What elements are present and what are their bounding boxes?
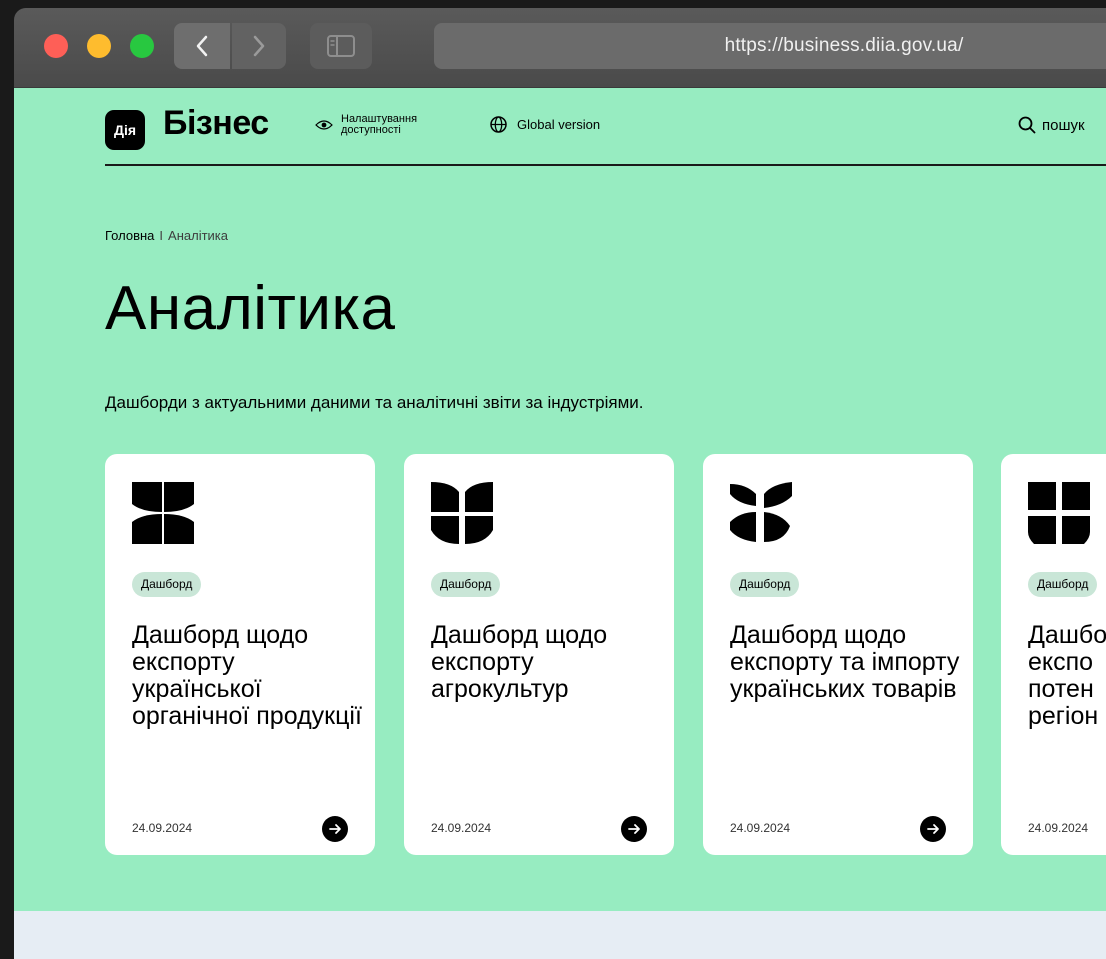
minimize-window-button[interactable]: [87, 34, 111, 58]
arrow-right-icon: [329, 824, 341, 834]
card-tag: Дашборд: [132, 572, 202, 597]
clover-icon: [132, 482, 194, 544]
site-header: Дія Бізнес Налаштування доступності Glob…: [105, 88, 1106, 166]
search-icon: [1018, 116, 1036, 134]
card-title[interactable]: Дашборд щодо експорту української органі…: [132, 622, 362, 730]
breadcrumb-current: Аналітика: [168, 228, 229, 243]
global-version-link[interactable]: Global version: [490, 116, 600, 133]
footer-section: [14, 911, 1106, 959]
page-title: Аналітика: [105, 274, 396, 343]
address-bar[interactable]: https://business.diia.gov.ua/: [434, 23, 1106, 69]
card-open-button[interactable]: [920, 816, 946, 842]
card-title[interactable]: Дашбо експо потен регіон: [1028, 622, 1106, 730]
card-title[interactable]: Дашборд щодо експорту та імпорту українс…: [730, 622, 960, 703]
url-text: https://business.diia.gov.ua/: [724, 35, 964, 56]
arrow-right-icon: [628, 824, 640, 834]
dashboard-card[interactable]: Дашборд Дашборд щодо експорту та імпорту…: [703, 454, 973, 855]
breadcrumb-separator: I: [159, 228, 164, 243]
chevron-left-icon: [196, 35, 208, 57]
forward-button[interactable]: [232, 23, 286, 69]
card-tag: Дашборд: [730, 572, 800, 597]
sidebar-icon: [327, 35, 355, 57]
accessibility-label: Налаштування доступності: [341, 113, 418, 136]
dashboard-card[interactable]: Дашборд Дашборд щодо експорту українсько…: [105, 454, 375, 855]
dashboard-card[interactable]: Дашборд Дашбо експо потен регіон 24.09.2…: [1001, 454, 1106, 855]
globe-icon: [490, 116, 507, 133]
search-label: пошук: [1042, 116, 1085, 134]
global-version-label: Global version: [517, 117, 601, 132]
arrow-right-icon: [927, 824, 939, 834]
diia-logo[interactable]: Дія: [105, 110, 145, 150]
eye-icon: [315, 120, 333, 130]
sprout-icon: [730, 482, 792, 542]
card-date: 24.09.2024: [730, 821, 791, 835]
card-tag: Дашборд: [431, 572, 501, 597]
card-date: 24.09.2024: [431, 821, 492, 835]
page-subtitle: Дашборди з актуальними даними та аналіти…: [105, 393, 644, 412]
sidebar-toggle-button[interactable]: [310, 23, 372, 69]
accessibility-settings-button[interactable]: Налаштування доступності: [315, 114, 441, 136]
search-button[interactable]: пошук: [1018, 116, 1085, 134]
back-button[interactable]: [174, 23, 230, 69]
breadcrumb-home[interactable]: Головна: [105, 228, 154, 243]
maximize-window-button[interactable]: [130, 34, 154, 58]
page-content: Дія Бізнес Налаштування доступності Glob…: [14, 88, 1106, 959]
card-date: 24.09.2024: [132, 821, 193, 835]
browser-titlebar: https://business.diia.gov.ua/: [14, 8, 1106, 88]
breadcrumb: Головна I Аналітика: [105, 228, 228, 243]
browser-window: https://business.diia.gov.ua/ Дія Бізнес…: [14, 8, 1106, 959]
brand-name[interactable]: Бізнес: [163, 104, 269, 143]
card-title-text: Дашбо експо потен регіон: [1028, 621, 1106, 730]
chevron-right-icon: [253, 35, 265, 57]
card-open-button[interactable]: [322, 816, 348, 842]
close-window-button[interactable]: [44, 34, 68, 58]
card-open-button[interactable]: [621, 816, 647, 842]
card-title[interactable]: Дашборд щодо експорту агрокультур: [431, 622, 661, 703]
card-date: 24.09.2024: [1028, 821, 1089, 835]
blocks-icon: [1028, 482, 1090, 544]
card-tag: Дашборд: [1028, 572, 1098, 597]
leaves-icon: [431, 482, 493, 544]
dashboard-card[interactable]: Дашборд Дашборд щодо експорту агрокульту…: [404, 454, 674, 855]
